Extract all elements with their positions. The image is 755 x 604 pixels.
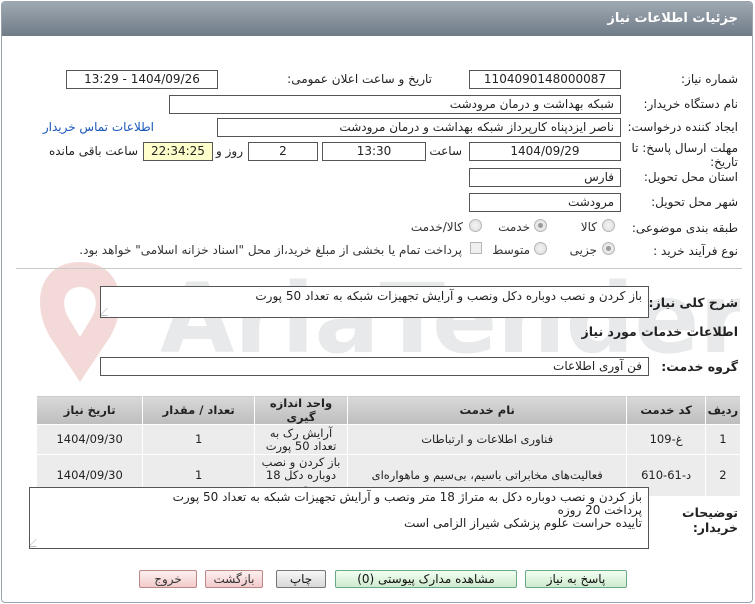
col-service-name: نام خدمت: [346, 395, 628, 425]
details-panel: جزئیات اطلاعات نیاز AriaTender.net شماره…: [1, 1, 753, 603]
deadline-label: مهلت ارسال پاسخ: تا: [631, 141, 738, 155]
treasury-payment-checkbox[interactable]: [470, 242, 482, 254]
reply-to-need-button[interactable]: پاسخ به نیاز: [525, 570, 627, 588]
resize-grip-icon[interactable]: [101, 308, 115, 316]
need-number-label: شماره نیاز:: [681, 72, 738, 86]
process-radio-minor[interactable]: [602, 242, 615, 255]
col-quantity: تعداد / مقدار: [142, 395, 256, 425]
process-radio-medium-label: متوسط: [492, 243, 530, 257]
services-info-heading: اطلاعات خدمات مورد نیاز: [581, 324, 739, 339]
back-button[interactable]: بازگشت: [205, 570, 263, 588]
view-attachments-button[interactable]: مشاهده مدارک پیوستی (0): [335, 570, 517, 588]
category-radio-goods[interactable]: [602, 219, 615, 232]
buyer-org-label: نام دستگاه خریدار:: [643, 97, 739, 111]
cell-service-name: فناوری اطلاعات و ارتباطات: [346, 424, 628, 455]
category-radio-goods-service-label: کالا/خدمت: [410, 220, 463, 234]
process-radio-minor-label: جزیی: [569, 243, 597, 257]
category-radio-service[interactable]: [534, 219, 547, 232]
cell-need-date: 1404/09/30: [35, 424, 144, 455]
general-desc-textarea[interactable]: باز کردن و نصب دوباره دکل ونصب و آرایش ت…: [100, 286, 649, 318]
general-desc-label: شرح کلی نیاز:: [648, 295, 738, 310]
province-label: استان محل تحویل:: [643, 170, 738, 184]
buyer-notes-label-1: توضیحات: [682, 505, 738, 520]
print-button[interactable]: چاپ: [276, 570, 326, 588]
announce-datetime-value: 1404/09/26 - 13:29: [66, 70, 218, 89]
requester-value: ناصر ایزدپناه کارپرداز شبکه بهداشت و درم…: [217, 118, 621, 137]
process-type-label: نوع فرآیند خرید :: [653, 244, 738, 258]
services-table: ردیف کد خدمت نام خدمت واحد اندازه گیری ت…: [35, 395, 742, 497]
col-unit: واحد اندازه گیری: [254, 395, 348, 425]
days-label: روز و: [216, 144, 243, 158]
deadline-label-2: تاریخ:: [710, 155, 738, 169]
requester-label: ایجاد کننده درخواست:: [627, 120, 738, 134]
table-row: 1 غ-109 فناوری اطلاعات و ارتباطات آرایش …: [35, 424, 742, 455]
category-radio-service-label: خدمت: [498, 220, 530, 234]
city-value: مرودشت: [469, 193, 621, 212]
remaining-time-value: 22:34:25: [143, 142, 213, 161]
city-label: شهر محل تحویل:: [651, 195, 738, 209]
category-label: طبقه بندی موضوعی:: [631, 221, 738, 235]
deadline-time-label: ساعت: [429, 144, 462, 158]
deadline-date-value: 1404/09/29: [469, 142, 621, 161]
category-radio-goods-service[interactable]: [469, 219, 482, 232]
category-radio-goods-label: کالا: [580, 220, 597, 234]
need-number-value: 1104090148000087: [469, 70, 621, 89]
province-value: فارس: [469, 168, 621, 187]
resize-grip-icon[interactable]: [30, 539, 44, 547]
buyer-notes-line: تاییده حراست علوم پزشکی شیراز الزامی است: [403, 516, 642, 530]
service-group-label: گروه خدمت:: [661, 359, 738, 374]
remaining-label: ساعت باقی مانده: [48, 144, 138, 158]
deadline-time-value: 13:30: [322, 142, 426, 161]
buyer-notes-line: باز کردن و نصب دوباره دکل به متراژ 18 مت…: [172, 490, 642, 504]
panel-title: جزئیات اطلاعات نیاز: [2, 2, 752, 36]
days-value: 2: [248, 142, 318, 161]
service-group-value: فن آوری اطلاعات: [100, 357, 649, 376]
table-header-row: ردیف کد خدمت نام خدمت واحد اندازه گیری ت…: [35, 395, 742, 425]
cell-unit: آرایش رک به تعداد 50 پورت: [254, 424, 348, 455]
process-radio-medium[interactable]: [534, 242, 547, 255]
buyer-notes-label-2: خریدار:: [692, 520, 738, 535]
contact-buyer-link[interactable]: اطلاعات تماس خریدار: [43, 120, 154, 134]
buyer-org-value: شبکه بهداشت و درمان مرودشت: [169, 95, 621, 114]
col-service-code: کد خدمت: [626, 395, 706, 425]
cell-quantity: 1: [142, 424, 256, 455]
cell-service-code: غ-109: [626, 424, 706, 455]
cell-row-number: 1: [704, 424, 742, 455]
buyer-notes-textarea[interactable]: باز کردن و نصب دوباره دکل به متراژ 18 مت…: [29, 487, 649, 549]
exit-button[interactable]: خروج: [139, 570, 197, 588]
cell-row-number: 2: [704, 454, 742, 497]
col-row-number: ردیف: [704, 395, 742, 425]
col-need-date: تاریخ نیاز: [35, 395, 144, 425]
treasury-payment-note: پرداخت تمام یا بخشی از مبلغ خرید،از محل …: [79, 243, 462, 257]
general-desc-text: باز کردن و نصب دوباره دکل ونصب و آرایش ت…: [255, 289, 642, 303]
divider: [16, 268, 742, 269]
announce-datetime-label: تاریخ و ساعت اعلان عمومی:: [287, 72, 432, 86]
